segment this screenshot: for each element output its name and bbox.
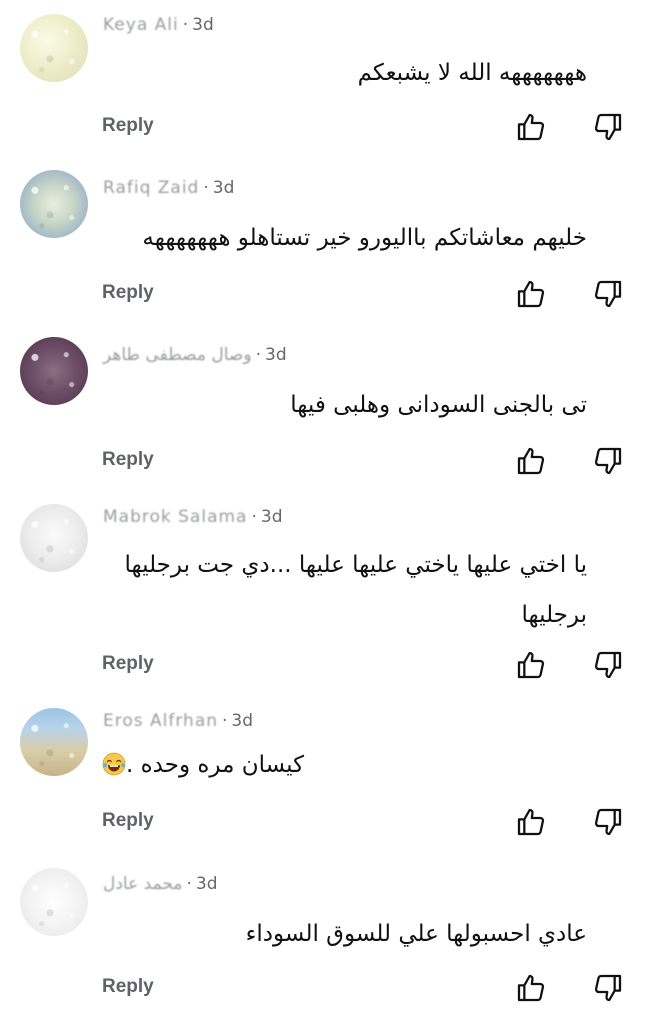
- comment-meta: وصال مصطفى طاهر · 3d: [103, 344, 287, 366]
- comment-meta: Keya Ali · 3d: [103, 14, 214, 36]
- avatar[interactable]: [20, 504, 88, 572]
- thumbs-down-icon[interactable]: [592, 278, 624, 310]
- comment-meta: Mabrok Salama · 3d: [103, 506, 283, 528]
- avatar[interactable]: [20, 170, 88, 238]
- comment-text: يا اختي عليها ياختي عليها عليها ...دي جت…: [124, 552, 587, 628]
- face-with-tears-of-joy-icon: [102, 746, 126, 776]
- comment-meta: محمد عادل · 3d: [103, 873, 218, 895]
- comment-text: هههههههه الله لا يشبعكم: [357, 60, 587, 86]
- thumbs-up-icon[interactable]: [515, 972, 547, 1004]
- reply-button[interactable]: Reply: [102, 449, 154, 471]
- reply-button[interactable]: Reply: [102, 653, 154, 675]
- comment-text: تى بالجنى السودانى وهلبى فيها: [290, 392, 587, 418]
- comment-text: خليهم معاشاتكم بااليورو خير تستاهلو هههه…: [142, 225, 587, 251]
- comment-text: عادي احسبولها علي للسوق السوداء: [245, 921, 587, 947]
- thumbs-up-icon[interactable]: [515, 806, 547, 838]
- author-name[interactable]: Keya Ali: [103, 14, 179, 36]
- thumbs-down-icon[interactable]: [592, 111, 624, 143]
- avatar[interactable]: [20, 337, 88, 405]
- comment-meta: Eros Alfrhan · 3d: [103, 710, 254, 732]
- comment-text: كيسان مره وحده .: [100, 742, 320, 788]
- avatar[interactable]: [20, 708, 88, 776]
- comment-list: Keya Ali · 3d هههههههه الله لا يشبعكم Repl…: [0, 0, 647, 1024]
- thumbs-up-icon[interactable]: [515, 111, 547, 143]
- author-name[interactable]: وصال مصطفى طاهر: [103, 344, 252, 366]
- comment-time: 3d: [265, 345, 287, 365]
- author-name[interactable]: Mabrok Salama: [103, 506, 247, 528]
- comment-meta: Rafiq Zaid · 3d: [103, 177, 235, 199]
- thumbs-down-icon[interactable]: [592, 806, 624, 838]
- reply-button[interactable]: Reply: [102, 810, 154, 832]
- reply-button[interactable]: Reply: [102, 976, 154, 998]
- reply-button[interactable]: Reply: [102, 115, 154, 137]
- comment-text-content: كيسان مره وحده .: [126, 752, 305, 778]
- thumbs-down-icon[interactable]: [592, 972, 624, 1004]
- author-name[interactable]: محمد عادل: [103, 873, 182, 895]
- comment-time: 3d: [212, 178, 235, 198]
- author-name[interactable]: Rafiq Zaid: [103, 177, 199, 199]
- comment-time: 3d: [195, 874, 218, 894]
- thumbs-down-icon[interactable]: [592, 445, 624, 477]
- comment-time: 3d: [231, 711, 254, 731]
- avatar[interactable]: [20, 14, 88, 82]
- thumbs-down-icon[interactable]: [592, 649, 624, 681]
- avatar[interactable]: [20, 868, 88, 936]
- thumbs-up-icon[interactable]: [515, 649, 547, 681]
- thumbs-up-icon[interactable]: [515, 278, 547, 310]
- comment-time: 3d: [192, 15, 214, 35]
- author-name[interactable]: Eros Alfrhan: [103, 710, 218, 732]
- comment-time: 3d: [260, 507, 283, 527]
- thumbs-up-icon[interactable]: [515, 445, 547, 477]
- reply-button[interactable]: Reply: [102, 282, 154, 304]
